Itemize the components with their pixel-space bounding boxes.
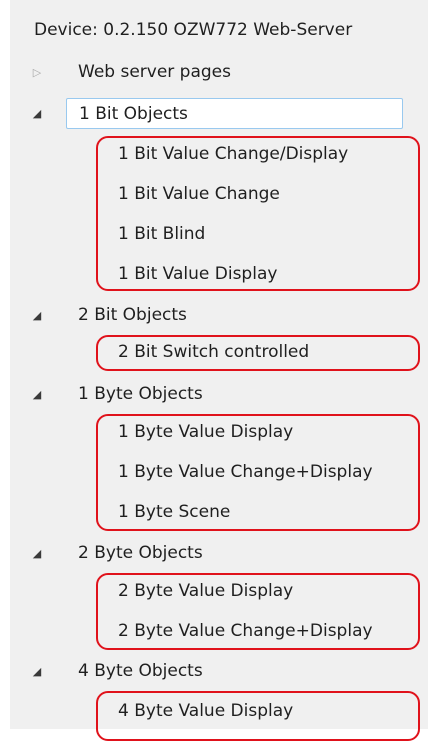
expand-arrow-icon[interactable]: ▷: [30, 66, 44, 80]
tree-item-1-bit-value-change[interactable]: 1 Bit Value Change: [118, 184, 280, 204]
tree-node-label[interactable]: Web server pages: [78, 62, 231, 82]
tree-node-label[interactable]: 1 Bit Objects: [66, 98, 403, 129]
tree-item-2-byte-value-display[interactable]: 2 Byte Value Display: [118, 581, 293, 601]
collapse-arrow-icon[interactable]: ◢: [30, 547, 44, 561]
collapse-arrow-icon[interactable]: ◢: [30, 665, 44, 679]
tree-item-2-byte-value-change-display[interactable]: 2 Byte Value Change+Display: [118, 621, 373, 641]
tree-node-web-server-pages[interactable]: ▷ Web server pages: [10, 56, 428, 90]
tree-node-label[interactable]: 1 Byte Objects: [78, 384, 203, 404]
tree-panel: Device: 0.2.150 OZW772 Web-Server ▷ Web …: [10, 0, 428, 741]
tree-item-1-byte-value-change-display[interactable]: 1 Byte Value Change+Display: [118, 462, 373, 482]
tree-node-label[interactable]: 2 Bit Objects: [78, 305, 187, 325]
tree-node-label[interactable]: 4 Byte Objects: [78, 661, 203, 681]
tree-node-2-bit-objects[interactable]: ◢ 2 Bit Objects: [10, 299, 428, 333]
tree-item-4-byte-value-display[interactable]: 4 Byte Value Display: [118, 701, 293, 721]
tree-item-1-bit-value-change-display[interactable]: 1 Bit Value Change/Display: [118, 144, 348, 164]
tree-node-2-byte-objects[interactable]: ◢ 2 Byte Objects: [10, 537, 428, 571]
tree-item-2-bit-switch-controlled[interactable]: 2 Bit Switch controlled: [118, 342, 309, 362]
tree-item-1-byte-scene[interactable]: 1 Byte Scene: [118, 502, 230, 522]
tree-node-label[interactable]: 2 Byte Objects: [78, 543, 203, 563]
tree-node-4-byte-objects[interactable]: ◢ 4 Byte Objects: [10, 655, 428, 689]
tree-item-1-bit-value-display[interactable]: 1 Bit Value Display: [118, 264, 277, 284]
tree-node-1-byte-objects[interactable]: ◢ 1 Byte Objects: [10, 378, 428, 412]
tree-node-1-bit-objects[interactable]: ◢ 1 Bit Objects: [10, 97, 428, 131]
collapse-arrow-icon[interactable]: ◢: [30, 388, 44, 402]
tree-item-1-bit-blind[interactable]: 1 Bit Blind: [118, 224, 205, 244]
device-title: Device: 0.2.150 OZW772 Web-Server: [34, 20, 353, 40]
collapse-arrow-icon[interactable]: ◢: [30, 309, 44, 323]
tree-item-1-byte-value-display[interactable]: 1 Byte Value Display: [118, 422, 293, 442]
collapse-arrow-icon[interactable]: ◢: [30, 107, 44, 121]
